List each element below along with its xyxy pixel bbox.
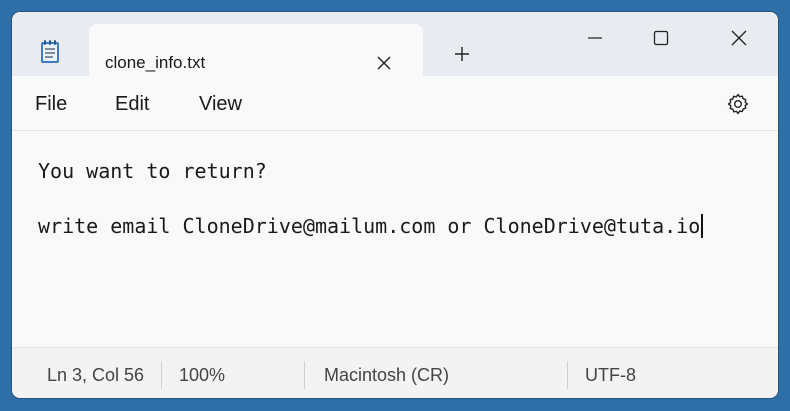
status-divider — [161, 361, 162, 389]
close-window-button[interactable] — [716, 22, 762, 54]
gear-icon — [727, 93, 749, 115]
document-line: write email CloneDrive@mailum.com or Clo… — [38, 214, 701, 238]
status-divider — [567, 361, 568, 389]
new-tab-button[interactable] — [450, 42, 474, 66]
notepad-icon — [40, 40, 60, 64]
close-tab-icon[interactable] — [372, 51, 396, 75]
text-caret — [701, 214, 704, 238]
line-endings[interactable]: Macintosh (CR) — [324, 365, 449, 385]
status-bar: Ln 3, Col 56 100% Macintosh (CR) UTF-8 — [12, 347, 778, 398]
tab-clone-info[interactable]: clone_info.txt — [89, 24, 423, 76]
menu-edit[interactable]: Edit — [115, 93, 149, 115]
menu-view[interactable]: View — [199, 93, 242, 115]
status-divider — [304, 361, 305, 389]
maximize-button[interactable] — [638, 22, 684, 54]
maximize-icon — [653, 30, 669, 46]
title-bar: clone_info.txt — [12, 12, 778, 76]
notepad-window: clone_info.txt File Edit View You want t… — [12, 12, 778, 398]
minimize-icon — [588, 37, 602, 39]
settings-button[interactable] — [724, 90, 752, 118]
zoom-level[interactable]: 100% — [179, 365, 225, 385]
document-line-with-caret: write email CloneDrive@mailum.com or Clo… — [38, 214, 704, 238]
document-line: You want to return? — [38, 159, 267, 183]
tab-title: clone_info.txt — [105, 53, 206, 72]
menu-file[interactable]: File — [35, 93, 67, 115]
menu-bar: File Edit View — [12, 76, 778, 131]
minimize-button[interactable] — [572, 22, 618, 54]
encoding[interactable]: UTF-8 — [585, 365, 636, 385]
text-editor[interactable]: You want to return? write email CloneDri… — [12, 131, 778, 347]
close-icon — [731, 30, 747, 46]
cursor-position: Ln 3, Col 56 — [47, 365, 145, 385]
